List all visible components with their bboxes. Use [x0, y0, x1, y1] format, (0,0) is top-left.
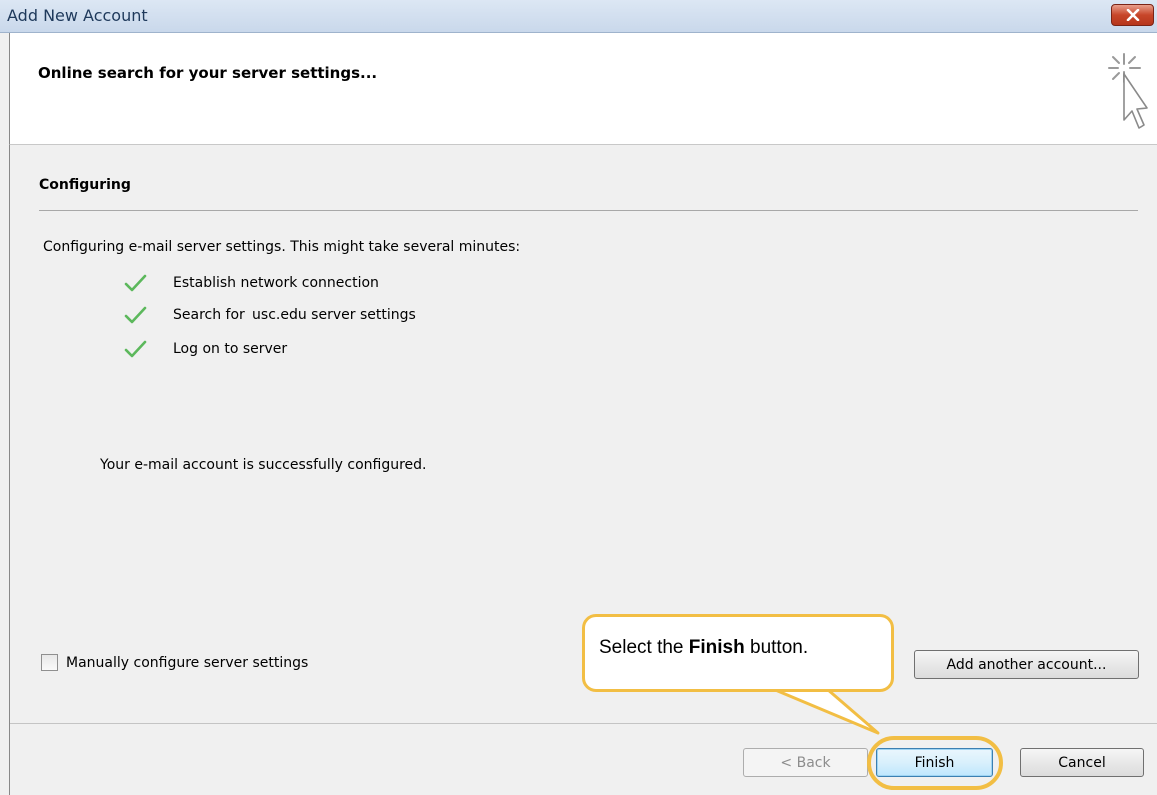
content-panel: Configuring Configuring e-mail server se… — [9, 145, 1157, 795]
sparkle-cursor-icon — [1108, 53, 1148, 129]
header-panel: Online search for your server settings..… — [9, 33, 1157, 145]
callout-pointer-join — [777, 683, 824, 689]
close-icon — [1126, 9, 1139, 21]
page-title: Online search for your server settings..… — [38, 64, 378, 82]
window-title: Add New Account — [7, 6, 148, 25]
title-bar: Add New Account — [0, 0, 1157, 33]
close-button[interactable] — [1111, 4, 1154, 26]
